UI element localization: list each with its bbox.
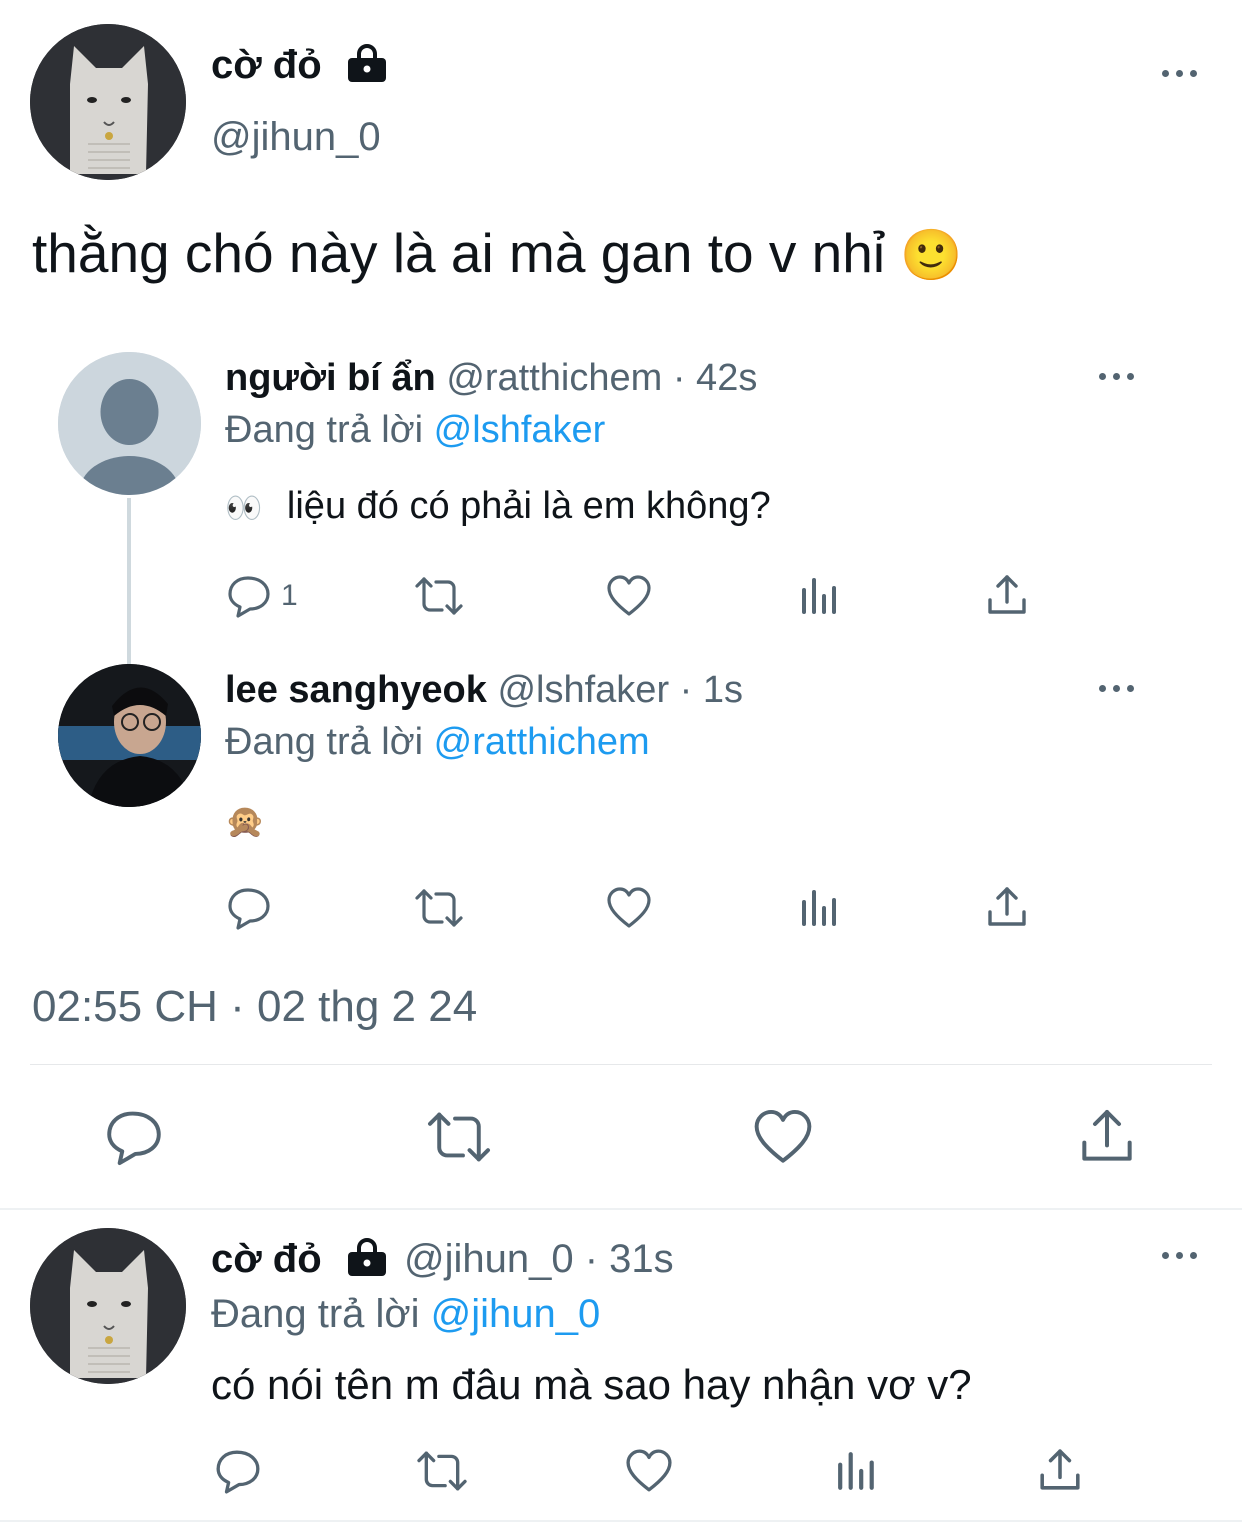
thread1-reply-count: 1 (281, 579, 298, 612)
reply-display-name[interactable]: cờ đỏ (211, 1234, 322, 1284)
thread1-retweet-icon[interactable] (413, 574, 465, 618)
main-handle[interactable]: @jihun_0 (211, 112, 381, 162)
thread1-meta: @ratthichem · 42s (446, 357, 758, 399)
thread2-retweet-icon[interactable] (413, 886, 465, 930)
main-like-icon[interactable] (752, 1108, 814, 1166)
bottom-divider (0, 1520, 1242, 1522)
reply-like-icon[interactable] (624, 1448, 674, 1494)
thread1-more-icon[interactable] (1097, 371, 1137, 383)
main-tweet-body: thằng chó này là ai mà gan to v nhỉ (32, 222, 886, 284)
thread2-body: 🙊 (225, 798, 265, 844)
thread2-views-icon[interactable] (800, 888, 840, 928)
thread2-share-icon[interactable] (986, 886, 1028, 928)
main-display-name[interactable]: cờ đỏ (211, 40, 322, 90)
thread2-reply-icon[interactable] (226, 886, 272, 930)
reply-reply-mention[interactable]: @jihun_0 (431, 1292, 601, 1336)
reply-reply-icon[interactable] (214, 1448, 262, 1494)
thread1-like-icon[interactable] (606, 574, 652, 618)
main-retweet-icon[interactable] (424, 1108, 494, 1166)
reply-avatar[interactable] (30, 1228, 186, 1384)
thread2-avatar[interactable] (58, 664, 201, 807)
main-tweet-text: thằng chó này là ai mà gan to v nhỉ 🙂 (32, 220, 963, 288)
thread2-display-name[interactable]: lee sanghyeok (225, 669, 487, 711)
main-more-icon[interactable] (1160, 68, 1200, 80)
main-timestamp[interactable]: 02:55 CH · 02 thg 2 24 (32, 980, 477, 1034)
reply-share-icon[interactable] (1038, 1448, 1082, 1492)
reply-tweet-text: có nói tên m đâu mà sao hay nhận vơ v? (211, 1361, 972, 1408)
thread1-reply-line: Đang trả lời @lshfaker (225, 407, 605, 453)
reply-retweet-icon[interactable] (414, 1448, 470, 1494)
see-no-evil-monkey-emoji: 🙊 (225, 803, 265, 839)
thread2-header: lee sanghyeok @lshfaker · 1s (225, 667, 743, 713)
thread1-share-icon[interactable] (986, 574, 1028, 616)
lock-icon (346, 44, 388, 87)
thread1-header: người bí ẩn @ratthichem · 42s (225, 355, 757, 401)
thread2-like-icon[interactable] (606, 886, 652, 930)
reply-more-icon[interactable] (1160, 1250, 1200, 1262)
main-reply-icon[interactable] (104, 1108, 164, 1166)
reply-lock-icon (346, 1238, 388, 1281)
main-share-icon[interactable] (1079, 1108, 1135, 1164)
thread2-more-icon[interactable] (1097, 683, 1137, 695)
thread1-body: 👀 liệu đó có phải là em không? (225, 483, 771, 532)
thread1-reply-icon[interactable] (226, 574, 272, 618)
thread1-text: liệu đó có phải là em không? (286, 485, 771, 527)
slight-smile-emoji: 🙂 (900, 227, 963, 283)
eyes-emoji: 👀 (225, 492, 263, 525)
main-avatar[interactable] (30, 24, 186, 180)
thread-connector (127, 498, 131, 664)
reply-meta: @jihun_0 · 31s (404, 1237, 674, 1281)
thread1-reply-mention[interactable]: @lshfaker (434, 409, 606, 451)
thread2-meta: @lshfaker · 1s (497, 669, 744, 711)
thread2-reply-prefix: Đang trả lời (225, 721, 424, 763)
thread2-reply-mention[interactable]: @ratthichem (434, 721, 650, 763)
thread1-display-name[interactable]: người bí ẩn (225, 357, 436, 399)
thread2-reply-line: Đang trả lời @ratthichem (225, 719, 650, 765)
reply-reply-line: Đang trả lời @jihun_0 (211, 1289, 600, 1339)
reply-reply-prefix: Đang trả lời (211, 1292, 420, 1336)
reply-views-icon[interactable] (836, 1450, 878, 1492)
thread1-reply-prefix: Đang trả lời (225, 409, 424, 451)
section-divider (0, 1208, 1242, 1210)
thread1-avatar[interactable] (58, 352, 201, 495)
divider (30, 1064, 1212, 1065)
thread1-views-icon[interactable] (800, 576, 840, 616)
